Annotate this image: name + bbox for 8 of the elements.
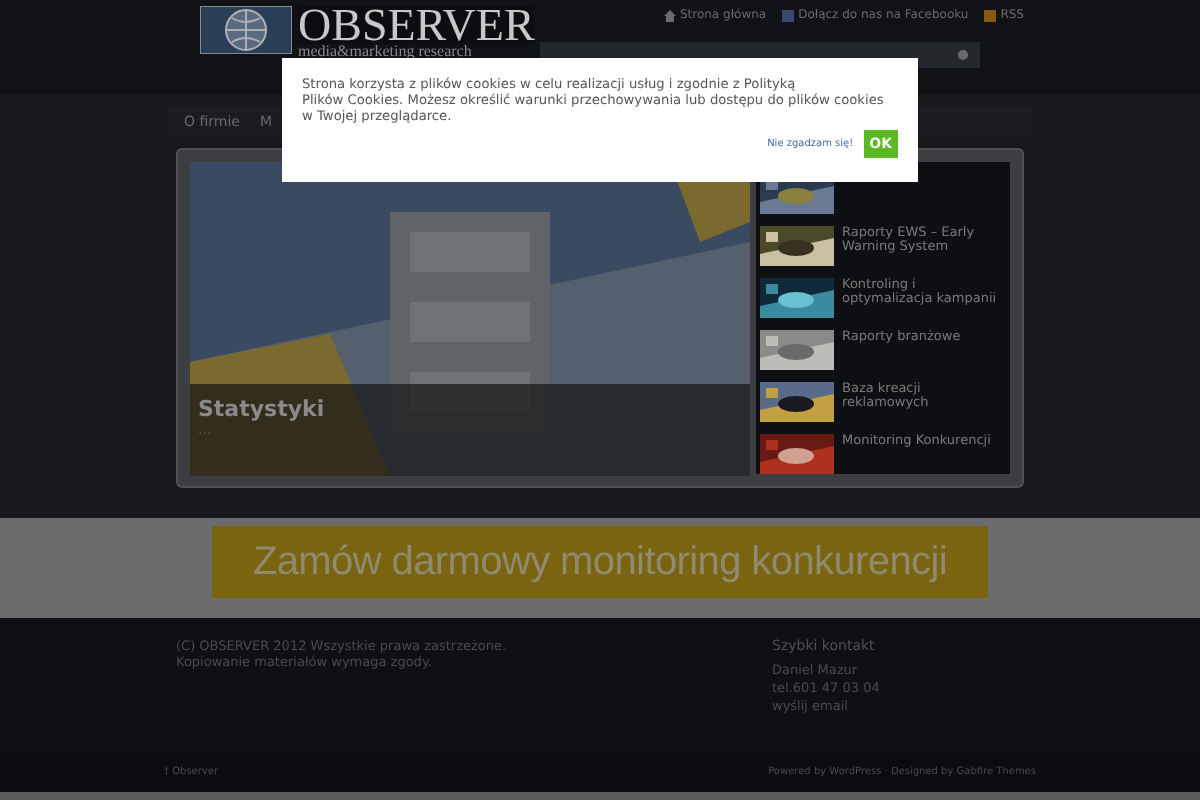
logo-tagline: media&marketing research bbox=[298, 44, 474, 60]
globe-logo-icon bbox=[200, 6, 292, 54]
rss-icon bbox=[984, 9, 997, 21]
facebook-icon bbox=[782, 9, 795, 21]
home-icon bbox=[663, 9, 676, 21]
search-icon[interactable] bbox=[958, 50, 968, 60]
logo-text: OBSERVER bbox=[298, 6, 535, 44]
slide-title[interactable]: Statystyki bbox=[198, 396, 742, 422]
